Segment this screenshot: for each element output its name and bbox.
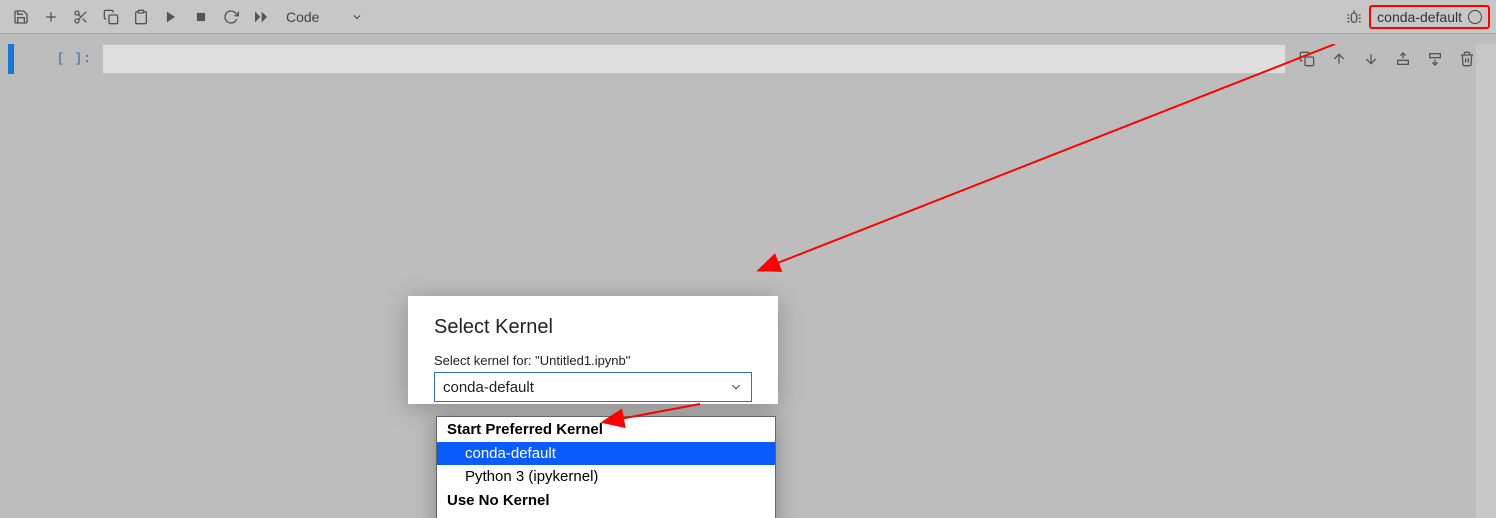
add-cell-icon[interactable]: [36, 2, 66, 32]
chevron-down-icon: [351, 11, 363, 23]
kernel-group-heading: Use No Kernel: [437, 488, 775, 513]
dialog-subtitle: Select kernel for: "Untitled1.ipynb": [434, 353, 752, 368]
cell-toolbar: [1286, 44, 1488, 74]
chevron-down-icon: [729, 380, 743, 394]
notebook-area: [ ]: Select Kernel Select ker: [0, 44, 1496, 518]
code-cell[interactable]: [ ]:: [8, 44, 1488, 74]
cell-type-selector[interactable]: Code: [276, 3, 373, 31]
insert-below-icon[interactable]: [1424, 48, 1446, 70]
kernel-option-no-kernel[interactable]: No Kernel: [437, 513, 775, 518]
kernel-selector[interactable]: conda-default: [1369, 5, 1490, 29]
paste-icon[interactable]: [126, 2, 156, 32]
dialog-title: Select Kernel: [434, 316, 752, 339]
scrollbar-track[interactable]: [1476, 44, 1496, 518]
cell-type-label: Code: [286, 9, 319, 25]
move-up-icon[interactable]: [1328, 48, 1350, 70]
cell-active-indicator: [8, 44, 14, 74]
kernel-group-heading: Start Preferred Kernel: [437, 417, 775, 442]
kernel-dropdown: Start Preferred Kernel conda-default Pyt…: [436, 416, 776, 518]
delete-cell-icon[interactable]: [1456, 48, 1478, 70]
move-down-icon[interactable]: [1360, 48, 1382, 70]
insert-above-icon[interactable]: [1392, 48, 1414, 70]
kernel-option-python3[interactable]: Python 3 (ipykernel): [437, 465, 775, 488]
cut-icon[interactable]: [66, 2, 96, 32]
restart-icon[interactable]: [216, 2, 246, 32]
kernel-option-conda-default[interactable]: conda-default: [437, 442, 775, 465]
save-icon[interactable]: [6, 2, 36, 32]
copy-icon[interactable]: [96, 2, 126, 32]
kernel-select-value: conda-default: [443, 379, 534, 396]
select-kernel-dialog: Select Kernel Select kernel for: "Untitl…: [408, 296, 778, 404]
run-icon[interactable]: [156, 2, 186, 32]
run-all-icon[interactable]: [246, 2, 276, 32]
cell-input-area[interactable]: [102, 44, 1286, 74]
kernel-status-icon: [1468, 10, 1482, 24]
cell-prompt: [ ]:: [24, 44, 102, 74]
stop-icon[interactable]: [186, 2, 216, 32]
kernel-select-box[interactable]: conda-default: [434, 372, 752, 402]
kernel-name-label: conda-default: [1377, 9, 1462, 25]
notebook-toolbar: Code conda-default: [0, 0, 1496, 34]
duplicate-cell-icon[interactable]: [1296, 48, 1318, 70]
debugger-icon[interactable]: [1339, 2, 1369, 32]
